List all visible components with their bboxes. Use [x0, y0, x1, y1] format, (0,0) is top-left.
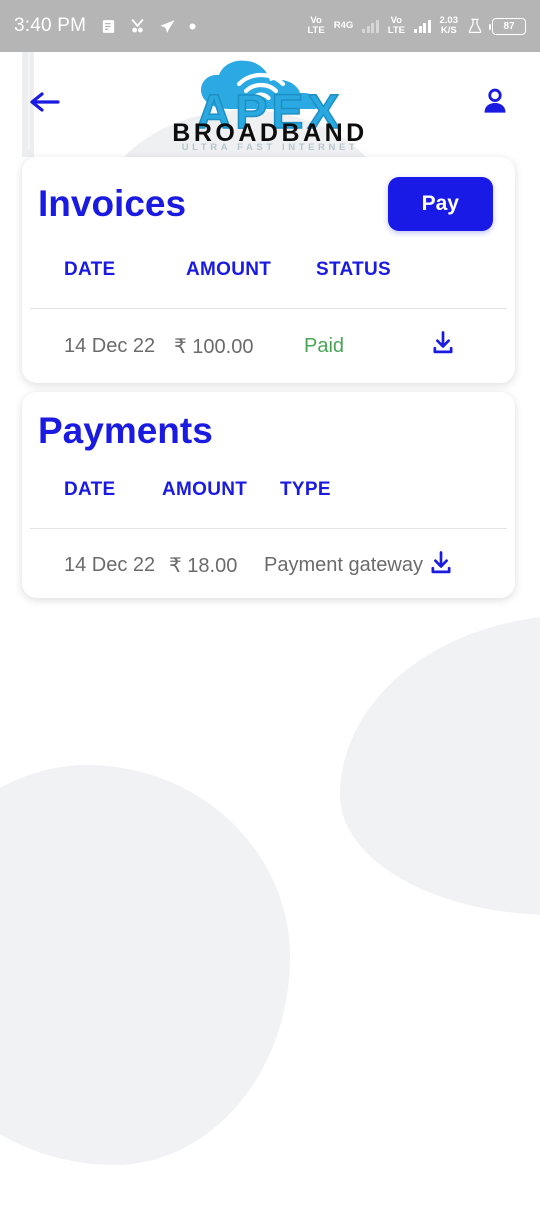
payment-date: 14 Dec 22 [64, 554, 156, 577]
flask-icon [467, 18, 483, 34]
invoices-title: Invoices [38, 182, 187, 224]
payment-download-button[interactable] [424, 549, 458, 583]
invoice-download-button[interactable] [426, 329, 460, 363]
payments-col-amount: AMOUNT [162, 478, 248, 500]
status-bar-left: 3:40 PM [14, 15, 197, 37]
payments-col-type: TYPE [280, 478, 331, 500]
invoice-status-badge: Paid [304, 334, 345, 357]
invoices-column-headers: DATE AMOUNT STATUS [22, 231, 515, 281]
network-type-label: R4G [334, 21, 354, 31]
data-speed-indicator: 2.03 K/S [440, 16, 459, 35]
telegram-icon [158, 18, 177, 35]
download-icon [429, 329, 457, 363]
battery-indicator: 87 [489, 17, 526, 35]
payment-amount: ₹ 18.00 [169, 555, 238, 578]
background-blob-right [340, 615, 540, 915]
signal-bars-icon-2 [414, 19, 431, 33]
invoices-col-status: STATUS [316, 259, 391, 280]
apex-broadband-logo: APEX BROADBAND ULTRA FAST INTERNET [139, 59, 401, 153]
table-row[interactable]: 14 Dec 22 ₹ 18.00 Payment gateway [22, 529, 515, 583]
volte-icon-2: Vo LTE [388, 16, 405, 35]
background-blob-left [0, 765, 290, 1165]
account-button[interactable] [472, 82, 518, 128]
dot-icon [188, 22, 197, 31]
document-icon [100, 18, 117, 35]
contacts-icon [128, 18, 147, 35]
volte-line2: LTE [307, 25, 325, 36]
pay-button[interactable]: Pay [387, 177, 493, 231]
volte-icon-1: Vo LTE [307, 16, 324, 35]
invoices-col-amount: AMOUNT [186, 259, 272, 280]
invoices-card: Invoices Pay DATE AMOUNT STATUS 14 Dec 2… [22, 157, 515, 383]
payments-column-headers: DATE AMOUNT TYPE [22, 451, 515, 501]
logo-tagline-text: ULTRA FAST INTERNET [181, 141, 359, 153]
invoices-card-header: Invoices Pay [22, 157, 515, 231]
invoices-col-date: DATE [64, 259, 116, 280]
battery-level-text: 87 [503, 20, 515, 32]
status-bar: 3:40 PM Vo LTE R4G Vo LTE 2.03 K/S 87 [0, 0, 540, 52]
volte2-line2: LTE [387, 25, 405, 36]
status-bar-right: Vo LTE R4G Vo LTE 2.03 K/S 87 [307, 16, 526, 35]
person-icon [478, 85, 512, 124]
app-header: APEX BROADBAND ULTRA FAST INTERNET [0, 52, 540, 157]
signal-bars-icon-1 [362, 19, 379, 33]
data-speed-unit: K/S [440, 25, 457, 36]
network-type-text: R4G [333, 20, 354, 32]
back-arrow-icon [28, 87, 62, 122]
payments-card-header: Payments [22, 392, 515, 451]
invoice-amount: ₹ 100.00 [174, 335, 254, 358]
table-row[interactable]: 14 Dec 22 ₹ 100.00 Paid [22, 309, 515, 363]
payments-card: Payments DATE AMOUNT TYPE 14 Dec 22 ₹ 18… [22, 392, 515, 598]
download-icon [427, 549, 455, 583]
payment-type: Payment gateway [264, 554, 423, 577]
invoice-date: 14 Dec 22 [64, 334, 156, 357]
status-bar-clock: 3:40 PM [14, 15, 87, 36]
payments-title: Payments [38, 410, 213, 451]
payments-col-date: DATE [64, 478, 116, 500]
